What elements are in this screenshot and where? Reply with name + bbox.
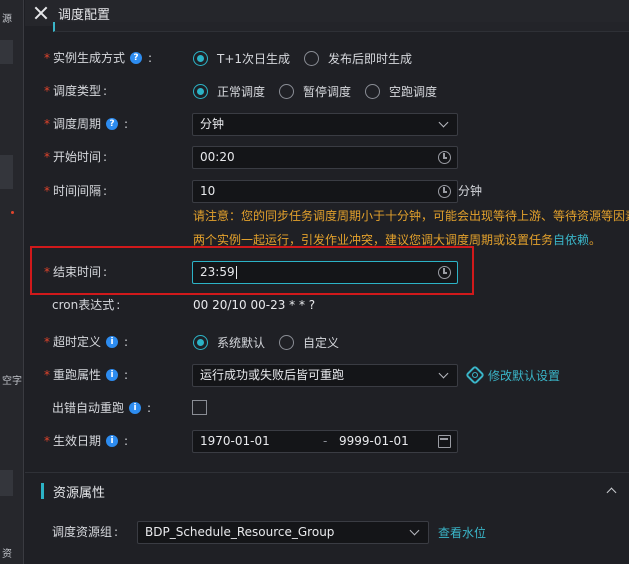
label-instance-mode: * 实例生成方式?: xyxy=(44,51,153,65)
label-schedule-period: * 调度周期?: xyxy=(44,117,129,131)
info-icon[interactable]: i xyxy=(106,369,119,381)
radio-dry-run[interactable]: 空跑调度 xyxy=(365,83,437,100)
label-end-time: * 结束时间: xyxy=(44,265,108,279)
left-marker xyxy=(11,211,14,214)
left-band xyxy=(0,40,13,64)
row-interval: * 时间间隔: 10 分钟 xyxy=(25,180,629,203)
row-schedule-period: * 调度周期?: 分钟 xyxy=(25,113,629,136)
label-start-time: * 开始时间: xyxy=(44,150,108,164)
chevron-up-icon[interactable] xyxy=(606,487,617,498)
chevron-down-icon xyxy=(438,117,449,128)
date-separator: - xyxy=(323,434,328,448)
row-start-time: * 开始时间: 00:20 xyxy=(25,146,629,169)
close-icon[interactable] xyxy=(34,6,48,20)
start-time-input[interactable]: 00:20 xyxy=(192,146,458,169)
radio-custom[interactable]: 自定义 xyxy=(279,334,339,351)
section-resource: 资源属性 xyxy=(41,481,105,501)
auto-rerun-checkbox[interactable] xyxy=(192,400,207,415)
section-title: 资源属性 xyxy=(53,485,106,501)
modify-default-button[interactable]: 修改默认设置 xyxy=(465,364,560,386)
radio-pause[interactable]: 暂停调度 xyxy=(279,83,351,100)
left-strip: 源 空字 资 xyxy=(0,0,24,564)
radio-t1[interactable]: T+1次日生成 xyxy=(193,50,290,67)
left-fragment: 空字 xyxy=(2,376,22,387)
label-schedule-type: * 调度类型: xyxy=(44,84,108,98)
radio-immediate[interactable]: 发布后即时生成 xyxy=(304,50,412,67)
resource-group-select[interactable]: BDP_Schedule_Resource_Group xyxy=(137,521,429,544)
panel-title: 调度配置 xyxy=(58,7,111,23)
interval-warning-line1: 请注意：您的同步任务调度周期小于十分钟，可能会出现等待上游、等待资源等因素 xyxy=(193,209,629,223)
row-auto-rerun: 出错自动重跑 i: xyxy=(25,397,629,419)
date-end[interactable]: 9999-01-01 xyxy=(339,430,409,452)
scrolled-section-edge xyxy=(53,22,629,32)
left-fragment: 源 xyxy=(2,14,12,25)
schedule-config-panel: 调度配置 * 实例生成方式?: T+1次日生成 发布后即时生成 * 调度类型: 正常… xyxy=(25,0,629,564)
section-accent-bar xyxy=(41,483,44,499)
cron-value: 00 20/10 00-23 * * ? xyxy=(193,298,316,312)
label-effective-date: * 生效日期 i: xyxy=(44,434,129,448)
section-divider xyxy=(25,472,629,473)
row-instance-mode: * 实例生成方式?: T+1次日生成 发布后即时生成 xyxy=(25,47,629,69)
row-resource-group: 调度资源组: BDP_Schedule_Resource_Group 查看水位 xyxy=(25,521,629,544)
label-resource-group: 调度资源组: xyxy=(52,525,119,539)
label-cron: cron表达式: xyxy=(52,298,121,312)
help-icon[interactable]: ? xyxy=(130,52,143,64)
clock-icon xyxy=(438,266,451,279)
label-rerun: * 重跑属性 i: xyxy=(44,368,129,382)
radio-group-timeout: 系统默认 自定义 xyxy=(193,331,353,353)
radio-system-default[interactable]: 系统默认 xyxy=(193,334,265,351)
radio-group-instance-mode: T+1次日生成 发布后即时生成 xyxy=(193,47,426,69)
rerun-select[interactable]: 运行成功或失败后皆可重跑 xyxy=(192,364,458,387)
clock-icon xyxy=(438,185,451,198)
clock-icon xyxy=(438,151,451,164)
info-icon[interactable]: i xyxy=(106,336,119,348)
left-band xyxy=(0,155,13,189)
chevron-down-icon xyxy=(438,368,449,379)
row-end-time: * 结束时间: 23:59 xyxy=(25,261,629,284)
schedule-period-select[interactable]: 分钟 xyxy=(192,113,458,136)
settings-icon xyxy=(465,365,485,385)
left-band xyxy=(0,470,13,496)
info-icon[interactable]: i xyxy=(106,435,119,447)
interval-unit: 分钟 xyxy=(458,184,483,198)
row-rerun: * 重跑属性 i: 运行成功或失败后皆可重跑 修改默认设置 xyxy=(25,364,629,387)
label-timeout: * 超时定义 i: xyxy=(44,335,129,349)
date-start[interactable]: 1970-01-01 xyxy=(200,434,270,448)
text-caret xyxy=(235,266,237,279)
end-time-input[interactable]: 23:59 xyxy=(192,261,458,284)
self-dependency-link[interactable]: 自依赖 xyxy=(553,233,589,247)
help-icon[interactable]: ? xyxy=(106,118,119,130)
label-auto-rerun: 出错自动重跑 i: xyxy=(52,401,152,415)
info-icon[interactable]: i xyxy=(129,402,142,414)
radio-group-schedule-type: 正常调度 暂停调度 空跑调度 xyxy=(193,80,451,102)
radio-normal[interactable]: 正常调度 xyxy=(193,83,265,100)
chevron-down-icon xyxy=(409,525,420,536)
row-schedule-type: * 调度类型: 正常调度 暂停调度 空跑调度 xyxy=(25,80,629,102)
label-interval: * 时间间隔: xyxy=(44,184,108,198)
row-effective-date: * 生效日期 i: 1970-01-01 - 9999-01-01 xyxy=(25,430,629,453)
interval-input[interactable]: 10 xyxy=(192,180,458,203)
left-fragment: 资 xyxy=(2,549,12,560)
row-timeout: * 超时定义 i: 系统默认 自定义 xyxy=(25,331,629,353)
calendar-icon xyxy=(438,435,451,448)
view-watermark-link[interactable]: 查看水位 xyxy=(438,521,486,543)
row-cron: cron表达式: 00 20/10 00-23 * * ? xyxy=(25,294,629,316)
